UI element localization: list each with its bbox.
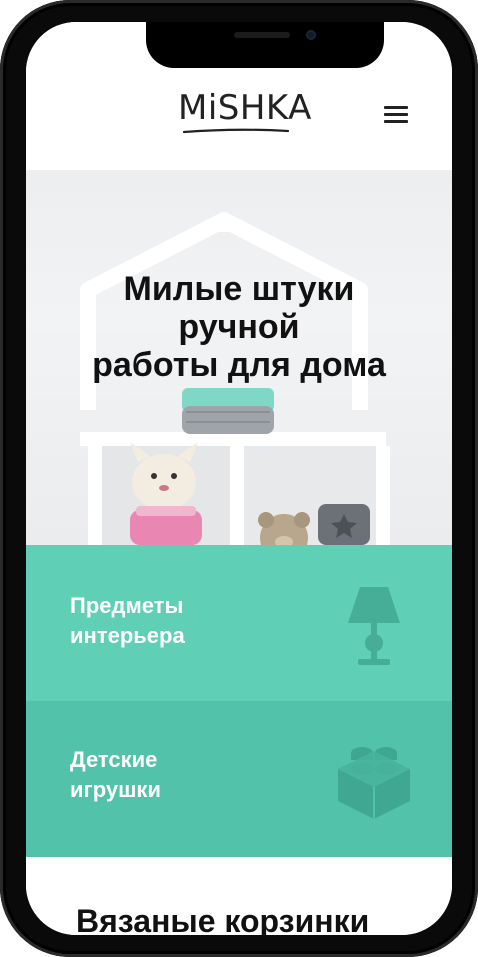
hero-title-line: Милые штуки [123, 270, 355, 308]
category-label: Детские игрушки [70, 747, 161, 802]
hamburger-menu-icon[interactable] [382, 104, 410, 124]
hero-title: Милые штуки ручной работы для дома [26, 270, 452, 384]
phone-frame: MiSHKA Милые штуки ручной работы для дом… [0, 0, 478, 957]
hero-banner: Милые штуки ручной работы для дома [26, 170, 452, 545]
menu-line [384, 120, 408, 123]
menu-line [384, 106, 408, 109]
category-interior-items[interactable]: Предметы интерьера [26, 545, 452, 701]
speaker-grille [234, 32, 290, 38]
category-kids-toys[interactable]: Детские игрушки [26, 701, 452, 857]
site-logo[interactable]: MiSHKA [178, 88, 312, 128]
phone-notch [146, 22, 384, 68]
category-label: Предметы интерьера [70, 593, 185, 648]
table-lamp-icon [348, 587, 400, 665]
hero-title-line: ручной [178, 308, 300, 346]
logo-underline-icon [182, 128, 290, 134]
section-title: Вязаные корзинки [76, 903, 370, 935]
front-camera [306, 30, 316, 40]
menu-line [384, 113, 408, 116]
toy-brick-icon [338, 747, 410, 819]
hero-title-line: работы для дома [92, 346, 386, 384]
phone-screen: MiSHKA Милые штуки ручной работы для дом… [26, 22, 452, 935]
knitted-baskets-section: Вязаные корзинки [26, 857, 452, 935]
